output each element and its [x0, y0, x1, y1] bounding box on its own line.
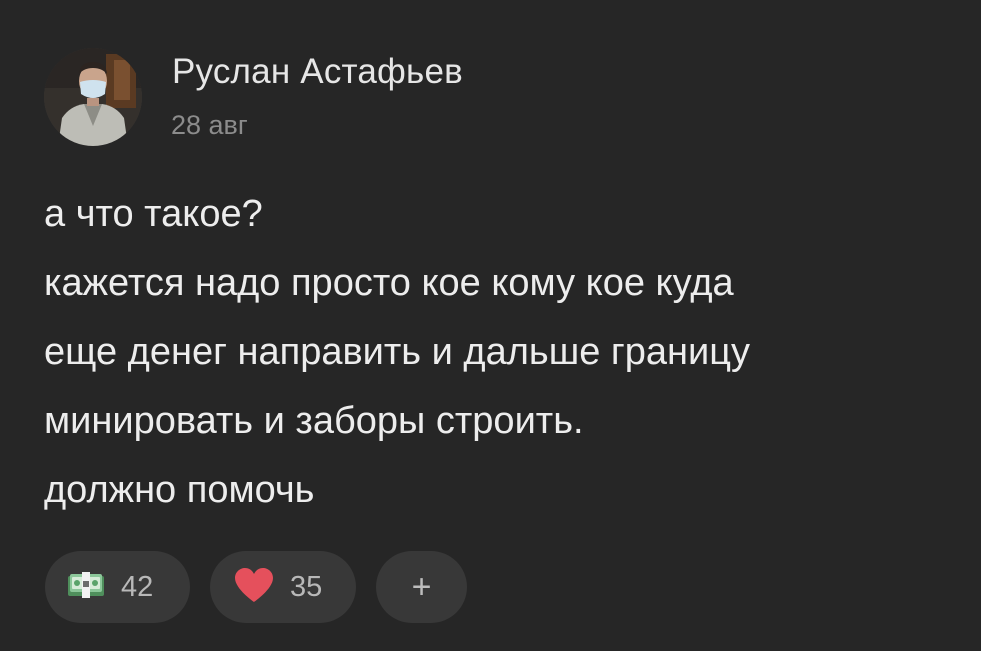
message-body: а что такое? кажется надо просто кое ком…	[44, 180, 944, 525]
reaction-money-button[interactable]: 42	[45, 551, 190, 623]
message-line: кажется надо просто кое кому кое куда	[44, 262, 734, 304]
avatar-image	[44, 48, 142, 146]
heart-icon	[234, 567, 274, 608]
comment-card: Руслан Астафьев 28 авг а что такое? каже…	[0, 0, 981, 651]
money-icon	[67, 571, 105, 604]
reactions-bar: 42 35 +	[45, 551, 467, 623]
message-line: должно помочь	[44, 469, 315, 511]
post-date: 28 авг	[171, 110, 248, 140]
add-reaction-button[interactable]: +	[376, 551, 467, 623]
author-name[interactable]: Руслан Астафьев	[172, 52, 463, 92]
reaction-heart-button[interactable]: 35	[210, 551, 356, 623]
avatar[interactable]	[44, 48, 142, 146]
message-line: а что такое?	[44, 193, 263, 235]
plus-icon: +	[411, 568, 432, 606]
reaction-count: 35	[290, 570, 323, 603]
message-line: минировать и заборы строить.	[44, 400, 584, 442]
reaction-count: 42	[121, 570, 154, 603]
message-line: еще денег направить и дальше границу	[44, 331, 750, 373]
